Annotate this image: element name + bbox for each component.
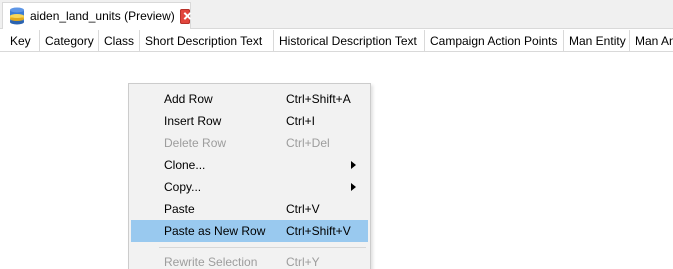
database-icon	[9, 7, 25, 25]
menu-item-shortcut: Ctrl+Y	[286, 255, 320, 269]
tab-label: aiden_land_units (Preview)	[30, 9, 175, 23]
column-header-key[interactable]: Key	[5, 30, 40, 51]
column-header-man-entity[interactable]: Man Entity	[564, 30, 630, 51]
menu-separator	[159, 247, 366, 248]
menu-item-insert-row[interactable]: Insert Row Ctrl+I	[131, 110, 368, 132]
menu-item-label: Rewrite Selection	[164, 255, 258, 269]
tab-bar: aiden_land_units (Preview)	[0, 0, 673, 29]
column-header-man-ani[interactable]: Man Ani	[630, 30, 673, 51]
column-header-campaign-action-points[interactable]: Campaign Action Points	[425, 30, 564, 51]
menu-item-label: Insert Row	[164, 114, 222, 128]
column-header-class[interactable]: Class	[99, 30, 140, 51]
menu-item-shortcut: Ctrl+Shift+A	[286, 92, 351, 106]
menu-item-shortcut: Ctrl+Del	[286, 136, 330, 150]
menu-item-label: Paste as New Row	[164, 224, 266, 238]
context-menu: Add Row Ctrl+Shift+A Insert Row Ctrl+I D…	[128, 83, 371, 269]
menu-item-label: Paste	[164, 202, 195, 216]
close-icon[interactable]	[179, 8, 190, 24]
menu-item-label: Add Row	[164, 92, 213, 106]
menu-item-shortcut: Ctrl+Shift+V	[286, 224, 351, 238]
menu-item-label: Clone...	[164, 158, 206, 172]
menu-item-add-row[interactable]: Add Row Ctrl+Shift+A	[131, 88, 368, 110]
chevron-right-icon	[351, 161, 356, 169]
menu-item-rewrite-selection: Rewrite Selection Ctrl+Y	[131, 251, 368, 269]
column-header-category[interactable]: Category	[40, 30, 99, 51]
menu-item-paste[interactable]: Paste Ctrl+V	[131, 198, 368, 220]
menu-item-label: Copy...	[164, 180, 202, 194]
menu-item-label: Delete Row	[164, 136, 227, 150]
menu-item-clone[interactable]: Clone...	[131, 154, 368, 176]
tab-aiden-land-units[interactable]: aiden_land_units (Preview)	[2, 2, 191, 29]
menu-item-paste-as-new-row[interactable]: Paste as New Row Ctrl+Shift+V	[131, 220, 368, 242]
menu-item-shortcut: Ctrl+I	[286, 114, 316, 128]
column-header-short-description-text[interactable]: Short Description Text	[140, 30, 274, 51]
chevron-right-icon	[351, 183, 356, 191]
table-header: Key Category Class Short Description Tex…	[0, 30, 673, 52]
column-header-historical-description-text[interactable]: Historical Description Text	[274, 30, 425, 51]
menu-item-shortcut: Ctrl+V	[286, 202, 320, 216]
menu-item-copy[interactable]: Copy...	[131, 176, 368, 198]
menu-item-delete-row: Delete Row Ctrl+Del	[131, 132, 368, 154]
